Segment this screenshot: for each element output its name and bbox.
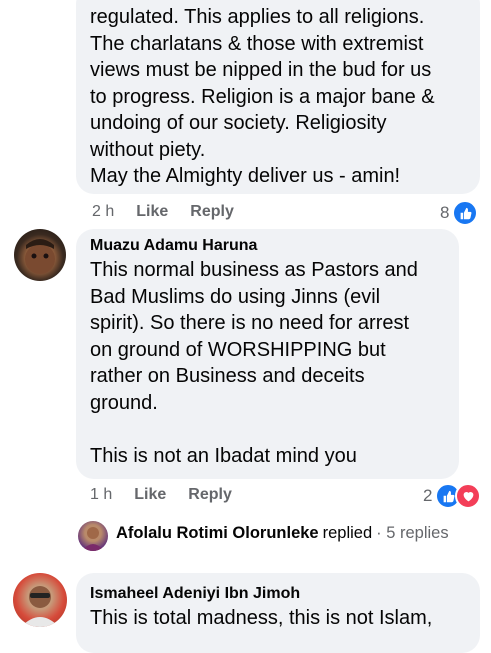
like-button[interactable]: Like [136, 203, 168, 221]
avatar[interactable] [13, 573, 67, 627]
comment-actions: 2 h Like Reply [92, 203, 234, 221]
comment-timestamp[interactable]: 1 h [90, 486, 112, 504]
reply-count: · 5 replies [376, 524, 449, 542]
reaction-summary[interactable]: 2 [423, 483, 482, 509]
comment-author[interactable]: Muazu Adamu Haruna [90, 237, 459, 255]
comment-text: This normal business as Pastors and Bad … [90, 259, 418, 467]
comment-author[interactable]: Ismaheel Adeniyi Ibn Jimoh [90, 585, 480, 603]
avatar-image [82, 527, 104, 551]
avatar[interactable] [14, 229, 66, 281]
comment-bubble: Ismaheel Adeniyi Ibn Jimoh This is total… [76, 573, 480, 653]
reaction-count: 8 [440, 203, 450, 222]
love-icon [455, 483, 482, 509]
comment-actions: 1 h Like Reply [90, 486, 232, 504]
comment-text: This is total madness, this is not Islam… [90, 607, 433, 629]
avatar-image [25, 239, 55, 274]
comment-text: regulated. This applies to all religions… [90, 6, 435, 187]
comment-bubble: regulated. This applies to all religions… [76, 0, 480, 194]
reaction-count: 2 [423, 486, 433, 505]
reply-author-name: Afolalu Rotimi Olorunleke [116, 524, 319, 542]
replies-link[interactable]: Afolalu Rotimi Olorunleke replied · 5 re… [116, 524, 449, 543]
replied-label: replied [322, 524, 373, 542]
like-icon [452, 200, 479, 226]
reply-button[interactable]: Reply [188, 486, 232, 504]
comment-timestamp[interactable]: 2 h [92, 203, 114, 221]
avatar-image [21, 586, 59, 627]
avatar[interactable] [78, 521, 108, 551]
comment-bubble: Muazu Adamu Haruna This normal business … [76, 229, 459, 479]
like-button[interactable]: Like [134, 486, 166, 504]
reply-button[interactable]: Reply [190, 203, 234, 221]
reaction-summary[interactable]: 8 [440, 200, 479, 226]
